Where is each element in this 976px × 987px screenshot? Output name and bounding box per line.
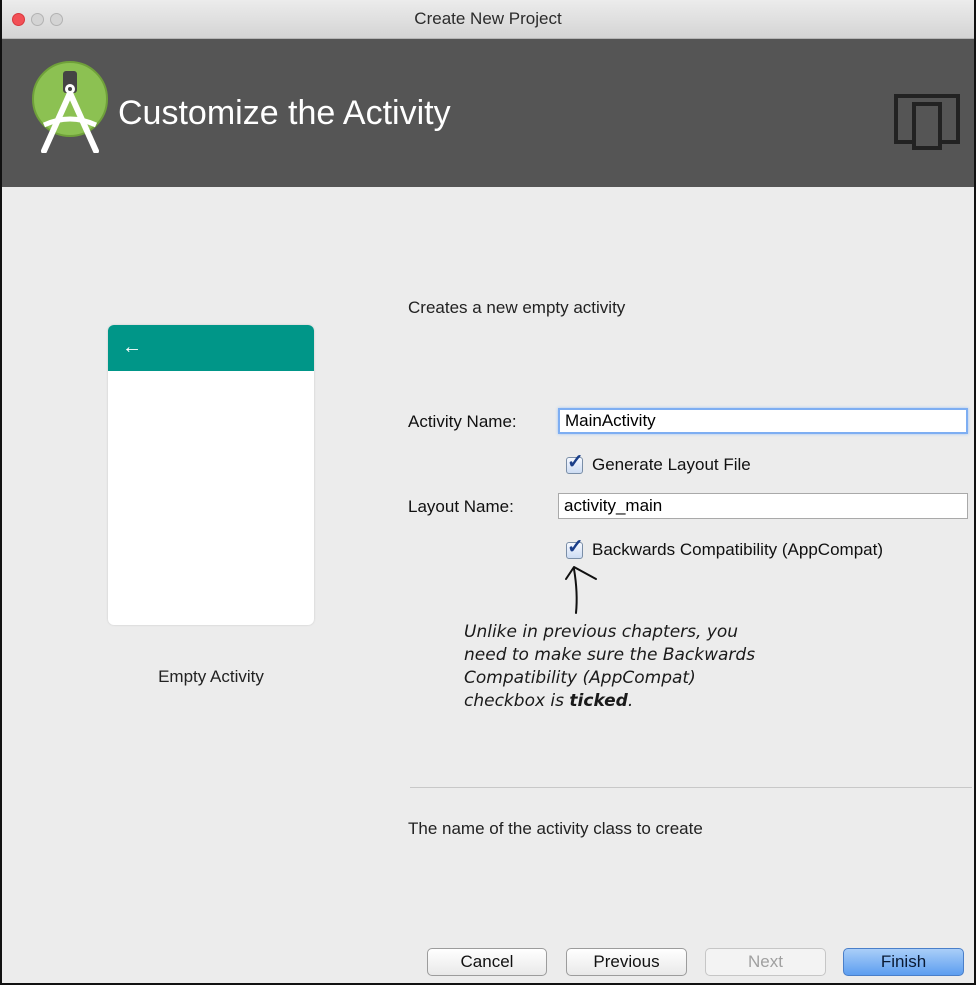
layout-name-label: Layout Name:: [408, 497, 514, 516]
activity-template-preview: ←: [108, 325, 314, 625]
annotation-arrow-icon: [565, 566, 597, 614]
backwards-compat-checkbox[interactable]: ✓: [566, 536, 584, 559]
checkmark-icon: ✓: [567, 450, 584, 473]
checkmark-icon: ✓: [567, 535, 584, 558]
cancel-button[interactable]: Cancel: [427, 948, 547, 976]
annotation-emphasis: ticked: [569, 691, 628, 711]
annotation-line: need to make sure the Backwards: [464, 645, 756, 665]
dialog-window: Create New Project Customize the Activit…: [0, 0, 976, 985]
previous-button[interactable]: Previous: [566, 948, 687, 976]
handwritten-annotation: Unlike in previous chapters, you need to…: [464, 621, 824, 713]
generate-layout-label: Generate Layout File: [592, 455, 751, 474]
annotation-line: Unlike in previous chapters, you: [464, 622, 739, 642]
android-studio-logo-icon: [32, 61, 108, 153]
template-name: Empty Activity: [158, 667, 264, 686]
finish-button[interactable]: Finish: [843, 948, 964, 976]
backwards-compat-label: Backwards Compatibility (AppCompat): [592, 540, 883, 559]
backwards-compat-checkbox-row[interactable]: ✓ Backwards Compatibility (AppCompat): [566, 536, 883, 560]
next-button[interactable]: Next: [705, 948, 826, 976]
device-form-factor-icon: [894, 94, 960, 150]
generate-layout-checkbox-row[interactable]: ✓ Generate Layout File: [566, 451, 751, 475]
annotation-text: checkbox is: [464, 691, 570, 711]
window-title: Create New Project: [414, 9, 562, 28]
activity-name-input[interactable]: [558, 408, 968, 434]
preview-toolbar: ←: [108, 325, 314, 371]
back-arrow-icon: ←: [122, 336, 142, 358]
annotation-line: checkbox is ticked.: [464, 690, 824, 713]
annotation-line: Compatibility (AppCompat): [464, 668, 696, 688]
activity-name-label: Activity Name:: [408, 412, 517, 431]
generate-layout-checkbox[interactable]: ✓: [566, 451, 584, 474]
template-description: Creates a new empty activity: [408, 298, 626, 317]
title-bar[interactable]: Create New Project: [2, 0, 974, 39]
divider: [410, 787, 972, 788]
wizard-content: Creates a new empty activity ← Empty Act…: [2, 187, 974, 983]
layout-name-input[interactable]: [558, 493, 968, 519]
wizard-header: Customize the Activity: [2, 39, 974, 187]
field-help-text: The name of the activity class to create: [408, 819, 703, 838]
annotation-text: .: [627, 691, 634, 711]
page-title: Customize the Activity: [118, 94, 451, 132]
